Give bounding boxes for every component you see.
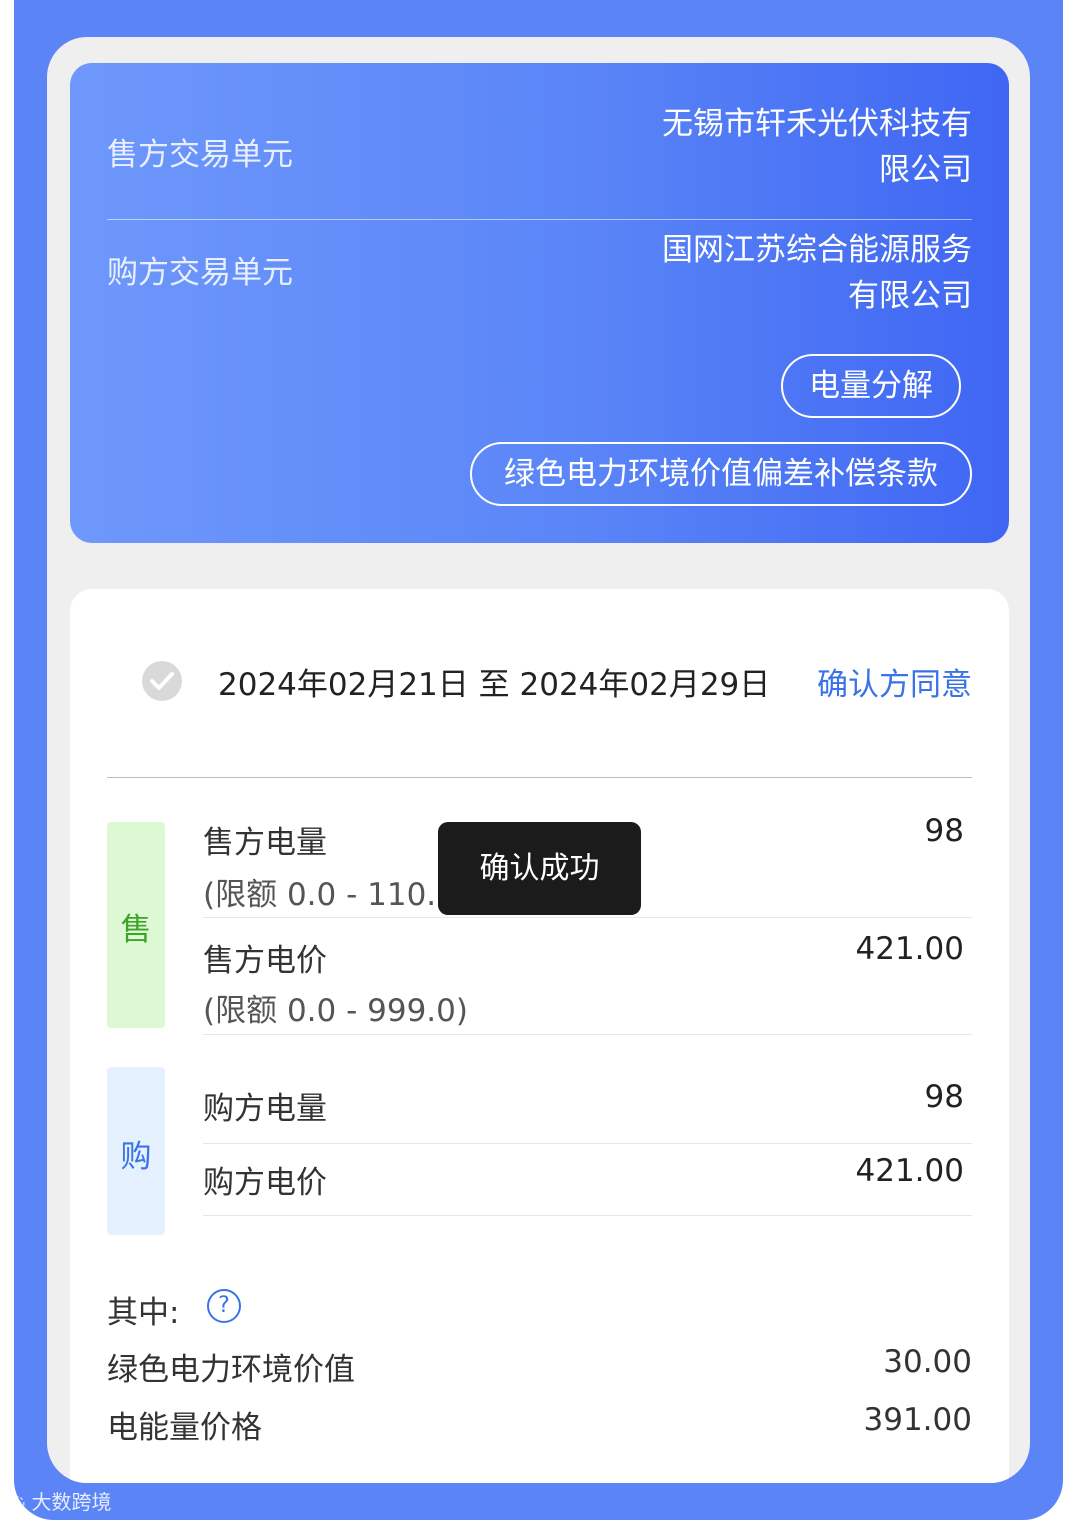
buy-price-row: 购方电价 421.00: [203, 1149, 972, 1216]
help-icon[interactable]: ?: [207, 1289, 241, 1323]
breakdown-title: 其中:: [107, 1295, 180, 1331]
sell-tag-label: 售: [120, 912, 152, 948]
seller-unit-value: 无锡市轩禾光伏科技有限公司: [662, 106, 972, 188]
contract-detail-screen: 售方交易单元 无锡市轩禾光伏科技有限公司 购方交易单元 国网江苏综合能源服务有限…: [47, 37, 1030, 1483]
sell-quantity-label: 售方电量: [203, 825, 327, 861]
energy-price-label: 电能量价格: [107, 1410, 262, 1446]
sell-quantity-value: 98: [924, 813, 964, 849]
sell-tag: 售: [107, 822, 165, 1028]
green-value-amount: 30.00: [883, 1344, 972, 1380]
divider: [107, 777, 972, 778]
watermark-text: 大数跨境: [31, 1490, 112, 1514]
buy-tag: 购: [107, 1067, 165, 1235]
period-range: 2024年02月21日 至 2024年02月29日: [218, 667, 771, 703]
buy-quantity-value: 98: [924, 1079, 964, 1115]
watermark-logo-icon: ◌: [8, 1490, 26, 1514]
sell-quantity-limit: (限额 0.0 - 110.0): [203, 877, 468, 913]
power-breakdown-button[interactable]: 电量分解: [781, 354, 961, 418]
buyer-unit-value: 国网江苏综合能源服务有限公司: [662, 232, 972, 314]
buy-tag-label: 购: [120, 1139, 152, 1175]
green-value-label: 绿色电力环境价值: [107, 1352, 355, 1388]
trade-detail-card: 2024年02月21日 至 2024年02月29日 确认方同意 售 售方电量 (…: [70, 589, 1009, 1483]
buy-quantity-row: 购方电量 98: [203, 1075, 972, 1144]
seller-unit-row: 售方交易单元 无锡市轩禾光伏科技有限公司: [107, 101, 972, 220]
green-power-clause-button[interactable]: 绿色电力环境价值偏差补偿条款: [470, 442, 972, 506]
buy-price-label: 购方电价: [203, 1165, 327, 1201]
watermark: ◌ 大数跨境: [8, 1486, 111, 1515]
check-icon: [142, 661, 182, 701]
buyer-unit-label: 购方交易单元: [107, 255, 293, 291]
seller-unit-label: 售方交易单元: [107, 137, 293, 173]
sell-price-value: 421.00: [855, 931, 964, 967]
buyer-unit-row: 购方交易单元 国网江苏综合能源服务有限公司: [107, 227, 972, 327]
sell-price-label: 售方电价: [203, 943, 327, 979]
buy-quantity-label: 购方电量: [203, 1091, 327, 1127]
sell-price-row: 售方电价 (限额 0.0 - 999.0) 421.00: [203, 931, 972, 1035]
buy-price-value: 421.00: [855, 1153, 964, 1189]
sell-price-limit: (限额 0.0 - 999.0): [203, 993, 468, 1029]
success-toast: 确认成功: [438, 822, 641, 915]
energy-price-amount: 391.00: [863, 1402, 972, 1438]
trade-units-card: 售方交易单元 无锡市轩禾光伏科技有限公司 购方交易单元 国网江苏综合能源服务有限…: [70, 63, 1009, 543]
confirm-status: 确认方同意: [817, 667, 972, 703]
